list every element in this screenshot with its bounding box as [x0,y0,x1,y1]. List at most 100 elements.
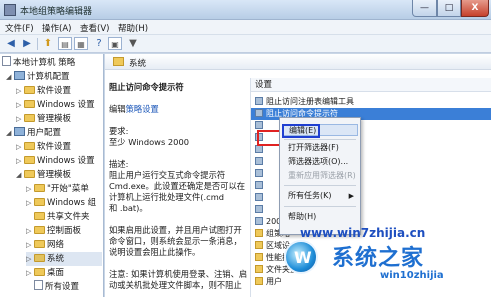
tree-item-user-windows-settings[interactable]: ▷ Windows 设置 [16,154,95,168]
policy-icon [255,97,263,105]
folder-icon [34,198,45,206]
policy-icon [255,205,263,213]
show-tree-icon[interactable]: ▤ [58,37,72,50]
policy-icon [255,169,263,177]
content-header: 系统 [105,54,491,70]
policy-settings-link[interactable]: 策略设置 [126,104,159,114]
collapse-arrow-icon[interactable]: ◢ [6,70,14,84]
policy-icon [2,56,11,66]
tree-item-computer-config[interactable]: ◢ 计算机配置 [6,70,70,84]
policy-icon [255,193,263,201]
description-line: 计算机上运行批处理文件(.cmd [109,192,225,202]
edit-line: 编辑策略设置 [109,104,159,114]
watermark-small: win10zhijia [380,270,444,281]
tree-item-windows-components[interactable]: ▷ Windows 组 [26,196,96,210]
tree-item-control-panel[interactable]: ▷ 控制面板 [26,224,81,238]
description-line: 和 .bat)。 [109,203,148,213]
view-icon[interactable]: ▣ [108,37,122,50]
expand-arrow-icon[interactable]: ▷ [16,98,24,112]
properties-icon[interactable]: ▦ [74,37,88,50]
help-icon[interactable]: ? [92,37,106,50]
policy-icon [255,145,263,153]
menu-view[interactable]: 查看(V) [80,22,109,34]
folder-icon [113,57,124,66]
menu-item-all-tasks[interactable]: 所有任务(K) ▶ [282,190,358,202]
folder-icon [34,268,45,276]
menu-item-open-filter[interactable]: 打开筛选器(F) [282,142,358,154]
menu-help[interactable]: 帮助(H) [118,22,148,34]
tree-item-system[interactable]: ▷ 系统 [26,252,102,266]
tree-item-user-admin-templates[interactable]: ◢ 管理模板 [16,168,71,182]
edit-highlight-box [282,124,320,138]
note-line: 说明设置会阻止此操作。 [109,247,201,257]
note-line: 动或关机批处理文件脚本，则不阻止 [109,280,242,290]
menu-divider [284,206,356,207]
folder-icon [24,100,35,108]
menu-item-filter-options[interactable]: 筛选器选项(O)... [282,156,358,168]
policy-icon [255,217,263,225]
requirements-value: 至少 Windows 2000 [109,137,190,147]
filter-icon[interactable]: ▼ [126,37,140,50]
collapse-arrow-icon[interactable]: ◢ [16,168,24,182]
list-item[interactable]: 阻止访问注册表编辑工具 [251,96,491,108]
menu-item-help[interactable]: 帮助(H) [282,211,358,223]
expand-arrow-icon[interactable]: ▷ [16,112,24,126]
maximize-button[interactable]: □ [437,0,461,17]
tree-item-user-config[interactable]: ◢ 用户配置 [6,126,61,140]
expand-arrow-icon[interactable]: ▷ [16,84,24,98]
expand-arrow-icon[interactable]: ▷ [16,154,24,168]
folder-icon [34,184,45,192]
expand-arrow-icon[interactable]: ▷ [26,266,34,280]
note-line: 命令窗口，则系统会显示一条消息， [109,236,242,246]
folder-icon [34,212,45,220]
folder-icon [24,142,35,150]
tree-root[interactable]: 本地计算机 策略 [2,56,75,70]
window-title: 本地组策略编辑器 [20,7,93,17]
tree-item-software-settings[interactable]: ▷ 软件设置 [16,84,71,98]
title-bar: 本地组策略编辑器 — □ X [0,0,491,20]
tree-item-user-software-settings[interactable]: ▷ 软件设置 [16,140,71,154]
expand-arrow-icon[interactable]: ▷ [26,252,34,266]
menu-divider [284,185,356,186]
folder-icon [24,86,35,94]
app-icon [4,4,16,16]
note-line: 如果启用此设置，并且用户试图打开 [109,225,242,235]
close-button[interactable]: X [461,0,489,17]
tree-item-windows-settings[interactable]: ▷ Windows 设置 [16,98,95,112]
tree-item-shared-folders[interactable]: 共享文件夹 [26,210,90,224]
back-arrow-icon[interactable]: ◀ [4,37,18,50]
menu-action[interactable]: 操作(A) [42,22,71,34]
tree-item-admin-templates[interactable]: ▷ 管理模板 [16,112,71,126]
policy-title: 阻止访问命令提示符 [109,82,184,92]
minimize-button[interactable]: — [412,0,437,17]
toolbar: ◀ ▶ ⬆ ▤ ▦ ? ▣ ▼ [0,35,491,53]
description-label: 描述: [109,159,129,169]
up-folder-icon[interactable]: ⬆ [41,37,55,50]
folder-icon [24,156,35,164]
computer-icon [14,71,25,80]
watermark-brand: 系统之家 [332,246,425,271]
expand-arrow-icon[interactable]: ▷ [26,238,34,252]
tree-item-start-menu[interactable]: ▷ "开始"菜单 [26,182,89,196]
folder-icon [24,114,35,122]
tree-item-desktop[interactable]: ▷ 桌面 [26,266,64,280]
note-line: 注意: 如果计算机使用登录、注销、启 [109,269,248,279]
header-title: 系统 [129,59,147,69]
collapse-arrow-icon[interactable]: ◢ [6,126,14,140]
menu-divider [284,139,356,140]
expand-arrow-icon[interactable]: ▷ [16,140,24,154]
brand-logo-icon: W [284,240,318,274]
column-header-settings[interactable]: 设置 [251,78,491,92]
policy-icon [255,181,263,189]
submenu-arrow-icon: ▶ [348,192,354,200]
forward-arrow-icon[interactable]: ▶ [20,37,34,50]
policy-icon [255,157,263,165]
tree-item-all-settings[interactable]: 所有设置 [26,280,79,294]
expand-arrow-icon[interactable]: ▷ [26,196,34,210]
expand-arrow-icon[interactable]: ▷ [26,224,34,238]
menu-item-reapply-filter: 重新应用筛选器(R) [288,171,356,180]
expand-arrow-icon[interactable]: ▷ [26,182,34,196]
tree-item-network[interactable]: ▷ 网络 [26,238,64,252]
watermark: www.win7zhijia.cn W 系统之家 win10zhijia [262,226,491,297]
menu-file[interactable]: 文件(F) [5,22,34,34]
